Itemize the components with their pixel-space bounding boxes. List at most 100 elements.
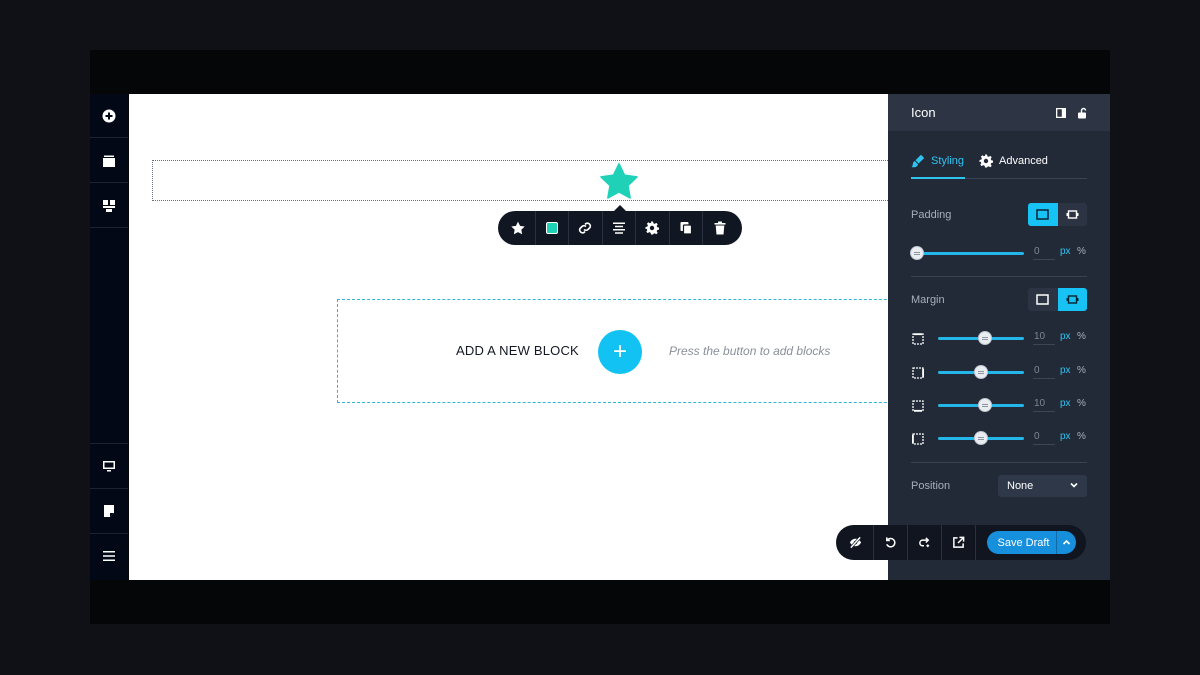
settings-panel: Icon Styling Advanced Padding 0 px % Mar… bbox=[888, 94, 1110, 580]
blocks-button[interactable] bbox=[90, 184, 128, 228]
margin-individual-sides-button[interactable] bbox=[1057, 288, 1087, 311]
menu-icon bbox=[103, 550, 115, 561]
all-sides-icon bbox=[1036, 294, 1049, 305]
margin-right-icon bbox=[911, 366, 925, 379]
margin-top-slider-thumb[interactable] bbox=[978, 331, 992, 345]
change-icon-button[interactable] bbox=[502, 211, 536, 245]
menu-button[interactable] bbox=[90, 533, 128, 577]
padding-unit-px[interactable]: px bbox=[1060, 246, 1071, 257]
unlock-icon[interactable] bbox=[1076, 106, 1088, 119]
padding-individual-sides-button[interactable] bbox=[1058, 203, 1088, 226]
margin-top-input[interactable] bbox=[1033, 329, 1055, 345]
gear-icon bbox=[645, 221, 660, 235]
margin-top-slider[interactable] bbox=[938, 331, 1024, 345]
undo-button[interactable] bbox=[874, 525, 908, 560]
external-link-icon bbox=[953, 536, 965, 548]
settings-button[interactable] bbox=[636, 211, 670, 245]
add-element-button[interactable] bbox=[90, 94, 128, 138]
hide-icon bbox=[849, 536, 862, 549]
margin-all-sides-button[interactable] bbox=[1028, 288, 1058, 311]
align-center-icon bbox=[612, 222, 625, 234]
margin-bottom-slider-thumb[interactable] bbox=[978, 398, 992, 412]
padding-label: Padding bbox=[911, 209, 952, 221]
preview-toggle-button[interactable] bbox=[838, 525, 874, 560]
open-preview-button[interactable] bbox=[942, 525, 976, 560]
margin-right-input[interactable] bbox=[1033, 363, 1055, 379]
margin-left-unit-percent[interactable]: % bbox=[1077, 431, 1086, 442]
margin-bottom-unit-percent[interactable]: % bbox=[1077, 398, 1086, 409]
margin-bottom-input[interactable] bbox=[1033, 396, 1055, 412]
margin-right-unit-px[interactable]: px bbox=[1060, 365, 1071, 376]
padding-unit-percent[interactable]: % bbox=[1077, 246, 1086, 257]
position-select[interactable]: None bbox=[998, 475, 1087, 497]
margin-left-unit-px[interactable]: px bbox=[1060, 431, 1071, 442]
star-icon[interactable] bbox=[600, 163, 638, 199]
paint-brush-icon bbox=[911, 154, 925, 168]
section-divider bbox=[911, 276, 1087, 277]
margin-left-slider[interactable] bbox=[938, 431, 1024, 445]
panel-header: Icon bbox=[888, 94, 1110, 131]
padding-all-sides-button[interactable] bbox=[1028, 203, 1058, 226]
save-draft-button[interactable]: Save Draft bbox=[987, 537, 1056, 549]
dock-panel-icon[interactable] bbox=[1055, 106, 1067, 118]
align-button[interactable] bbox=[603, 211, 636, 245]
editor-app: ADD A NEW BLOCK + Press the button to ad… bbox=[90, 94, 1110, 580]
margin-label: Margin bbox=[911, 294, 945, 306]
individual-sides-icon bbox=[1066, 210, 1079, 219]
add-block-button[interactable]: + bbox=[598, 330, 642, 374]
icon-element-block[interactable] bbox=[152, 160, 888, 201]
margin-right-slider[interactable] bbox=[938, 365, 1024, 379]
add-block-hint: Press the button to add blocks bbox=[669, 344, 831, 358]
desktop-icon bbox=[103, 460, 115, 471]
bottom-action-bar: Save Draft bbox=[836, 525, 1086, 560]
tab-advanced-label: Advanced bbox=[999, 155, 1048, 167]
padding-mode-toggle bbox=[1028, 203, 1087, 226]
responsive-view-button[interactable] bbox=[90, 443, 128, 487]
margin-left-icon bbox=[911, 432, 925, 445]
margin-top-unit-percent[interactable]: % bbox=[1077, 331, 1086, 342]
margin-bottom-unit-px[interactable]: px bbox=[1060, 398, 1071, 409]
padding-slider[interactable] bbox=[910, 246, 1024, 260]
margin-left-slider-thumb[interactable] bbox=[974, 431, 988, 445]
margin-left-input[interactable] bbox=[1033, 429, 1055, 445]
padding-value-input[interactable] bbox=[1033, 244, 1055, 260]
link-icon bbox=[579, 222, 592, 234]
redo-icon bbox=[919, 537, 930, 548]
page-settings-button[interactable] bbox=[90, 488, 128, 532]
tab-styling[interactable]: Styling bbox=[911, 154, 964, 168]
add-block-area: ADD A NEW BLOCK + Press the button to ad… bbox=[337, 299, 888, 403]
plus-circle-icon bbox=[102, 109, 116, 122]
page-icon bbox=[104, 504, 114, 517]
left-sidebar bbox=[90, 94, 128, 580]
chevron-up-icon bbox=[1062, 539, 1071, 545]
margin-top-unit-px[interactable]: px bbox=[1060, 331, 1071, 342]
icon-color-button[interactable] bbox=[536, 211, 569, 245]
star-icon bbox=[511, 221, 525, 235]
chevron-down-icon bbox=[1069, 480, 1079, 490]
save-options-button[interactable] bbox=[1056, 531, 1076, 554]
margin-right-unit-percent[interactable]: % bbox=[1077, 365, 1086, 376]
margin-right-slider-thumb[interactable] bbox=[974, 365, 988, 379]
delete-button[interactable] bbox=[703, 211, 737, 245]
save-draft-group: Save Draft bbox=[987, 531, 1076, 554]
layers-button[interactable] bbox=[90, 139, 128, 183]
element-toolbar bbox=[498, 205, 742, 245]
margin-bottom-icon bbox=[911, 399, 925, 412]
panel-title: Icon bbox=[911, 105, 936, 120]
section-divider bbox=[911, 462, 1087, 463]
color-swatch-icon bbox=[545, 222, 558, 234]
add-block-label: ADD A NEW BLOCK bbox=[456, 343, 579, 358]
margin-bottom-slider[interactable] bbox=[938, 398, 1024, 412]
gear-icon bbox=[979, 154, 993, 168]
tab-advanced[interactable]: Advanced bbox=[979, 154, 1048, 168]
copy-icon bbox=[680, 222, 692, 235]
tab-active-indicator bbox=[911, 177, 965, 179]
redo-button[interactable] bbox=[908, 525, 942, 560]
padding-slider-thumb[interactable] bbox=[910, 246, 924, 260]
link-button[interactable] bbox=[569, 211, 603, 245]
layers-icon bbox=[103, 155, 115, 167]
margin-top-icon bbox=[911, 332, 925, 345]
position-select-value: None bbox=[1007, 480, 1034, 492]
duplicate-button[interactable] bbox=[670, 211, 703, 245]
page-canvas[interactable]: ADD A NEW BLOCK + Press the button to ad… bbox=[129, 94, 888, 580]
